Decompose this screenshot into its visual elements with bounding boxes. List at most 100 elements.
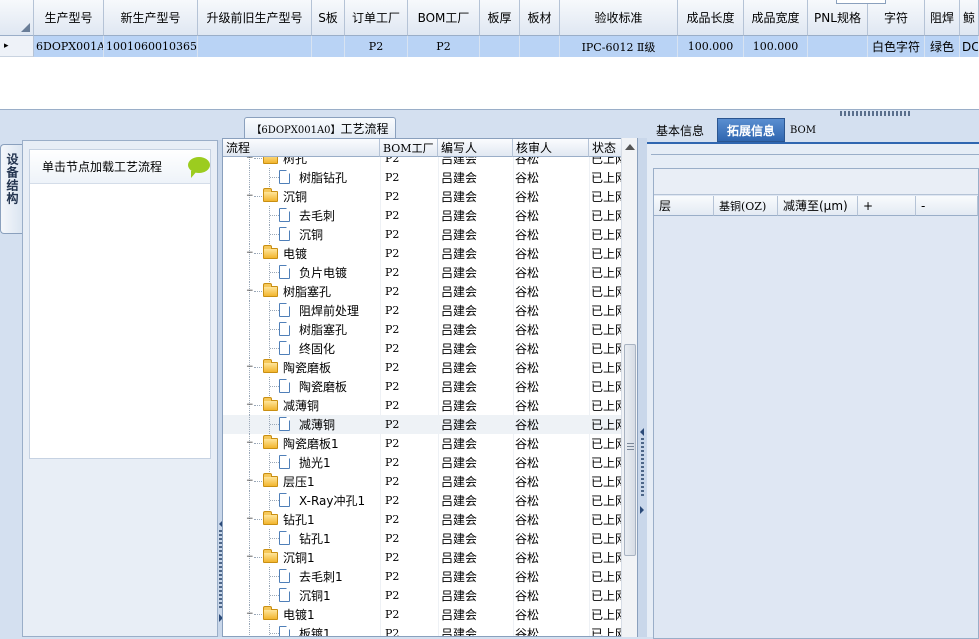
process-tree-rows[interactable]: −树孔P2吕建会谷松已上网树脂钻孔P2吕建会谷松已上网−沉铜P2吕建会谷松已上网… xyxy=(223,157,623,637)
collapse-node-icon[interactable]: − xyxy=(246,249,254,258)
collapse-right-icon[interactable] xyxy=(640,428,644,436)
column-header[interactable]: 字符 xyxy=(868,0,925,36)
collapse-node-icon[interactable]: − xyxy=(246,157,254,163)
tree-row[interactable]: 树脂钻孔 P2 吕建会 谷松 已上网 xyxy=(223,168,623,187)
layer-column-header[interactable]: 减薄至(μm) xyxy=(778,196,858,216)
expand-right-icon[interactable] xyxy=(640,506,644,514)
tab-info-1[interactable]: 拓展信息 xyxy=(717,118,785,142)
grid-cell[interactable]: 白色字符 xyxy=(868,36,925,57)
column-header[interactable]: 订单工厂 xyxy=(345,0,408,36)
tree-row[interactable]: − 电镀1 P2 吕建会 谷松 已上网 xyxy=(223,605,623,624)
tree-cell-bom: P2 xyxy=(385,627,400,637)
tree-row[interactable]: 阻焊前处理 P2 吕建会 谷松 已上网 xyxy=(223,301,623,320)
collapse-node-icon[interactable]: − xyxy=(246,610,254,619)
collapse-node-icon[interactable]: − xyxy=(246,401,254,410)
collapse-node-icon[interactable]: − xyxy=(246,515,254,524)
grid-cell[interactable] xyxy=(808,36,868,57)
process-tree-grid[interactable]: 流程BOM工厂编写人核审人状态 −树孔P2吕建会谷松已上网树脂钻孔P2吕建会谷松… xyxy=(222,138,638,637)
column-header[interactable]: 新生产型号 xyxy=(104,0,198,36)
grid-corner[interactable] xyxy=(0,0,34,36)
grid-cell[interactable]: 100.000 xyxy=(744,36,808,57)
model-grid[interactable]: 生产型号 新生产型号 升级前旧生产型号 S板 订单工厂 BOM工厂 板厚 板材 验收标准 成品长度… xyxy=(0,0,979,110)
column-header[interactable]: BOM工厂 xyxy=(408,0,480,36)
horizontal-splitter[interactable] xyxy=(0,110,979,118)
tree-row[interactable]: − 陶瓷磨板1 P2 吕建会 谷松 已上网 xyxy=(223,434,623,453)
column-header[interactable]: 板厚 xyxy=(480,0,520,36)
column-header[interactable]: 成品宽度 xyxy=(744,0,808,36)
tree-row[interactable]: 去毛刺1 P2 吕建会 谷松 已上网 xyxy=(223,567,623,586)
scroll-thumb[interactable] xyxy=(624,344,636,556)
tree-row[interactable]: 减薄铜 P2 吕建会 谷松 已上网 xyxy=(223,415,623,434)
tree-row[interactable]: 沉铜1 P2 吕建会 谷松 已上网 xyxy=(223,586,623,605)
layer-column-header[interactable]: + xyxy=(858,196,916,216)
tree-row[interactable]: − 树脂塞孔 P2 吕建会 谷松 已上网 xyxy=(223,282,623,301)
tree-row[interactable]: 抛光1 P2 吕建会 谷松 已上网 xyxy=(223,453,623,472)
grid-cell[interactable]: IPC-6012 Ⅱ级 xyxy=(560,36,678,57)
grid-cell[interactable] xyxy=(480,36,520,57)
column-header[interactable]: 成品长度 xyxy=(678,0,744,36)
tree-row[interactable]: 沉铜 P2 吕建会 谷松 已上网 xyxy=(223,225,623,244)
grid-cell[interactable]: P2 xyxy=(345,36,408,57)
tree-row[interactable]: − 沉铜1 P2 吕建会 谷松 已上网 xyxy=(223,548,623,567)
tab-info-0[interactable]: 基本信息 xyxy=(647,118,713,142)
device-tree-area[interactable]: 单击节点加载工艺流程 xyxy=(29,149,211,459)
column-header[interactable]: PNL规格 xyxy=(808,0,868,36)
layer-column-header[interactable]: 基铜(OZ) xyxy=(714,196,778,216)
layer-column-header[interactable]: 层 xyxy=(654,196,714,216)
tree-row[interactable]: X-Ray冲孔1 P2 吕建会 谷松 已上网 xyxy=(223,491,623,510)
tree-scrollbar[interactable] xyxy=(621,138,637,637)
tab-device-structure[interactable]: 设备结构 xyxy=(0,144,22,234)
grid-cell[interactable]: DC xyxy=(960,36,979,57)
tree-line xyxy=(249,301,250,320)
tree-row[interactable]: 陶瓷磨板 P2 吕建会 谷松 已上网 xyxy=(223,377,623,396)
layer-grid[interactable]: 层基铜(OZ) 减薄至(μm) + - xyxy=(653,168,979,639)
tab-info-2[interactable]: BOM xyxy=(787,118,819,142)
collapse-node-icon[interactable]: − xyxy=(246,553,254,562)
tree-row[interactable]: − 树孔 P2 吕建会 谷松 已上网 xyxy=(223,157,623,168)
tab-process-flow[interactable]: 【6DOPX001A0】 工艺流程 xyxy=(244,117,396,138)
tree-row[interactable]: 树脂塞孔 P2 吕建会 谷松 已上网 xyxy=(223,320,623,339)
column-header[interactable]: 阻焊 xyxy=(925,0,960,36)
layer-column-header[interactable]: - xyxy=(916,196,978,216)
column-header[interactable]: 升级前旧生产型号 xyxy=(198,0,312,36)
tree-column-header[interactable]: 核审人 xyxy=(513,139,589,157)
grid-cell[interactable]: 10010600103658 xyxy=(104,36,198,57)
column-header[interactable]: 板材 xyxy=(520,0,560,36)
tree-line xyxy=(249,168,250,187)
grid-cell[interactable]: 6DOPX001A0 xyxy=(34,36,104,57)
scroll-up-icon[interactable] xyxy=(625,144,635,150)
tree-row[interactable]: − 电镀 P2 吕建会 谷松 已上网 xyxy=(223,244,623,263)
tree-row[interactable]: − 层压1 P2 吕建会 谷松 已上网 xyxy=(223,472,623,491)
tree-row[interactable]: 去毛刺 P2 吕建会 谷松 已上网 xyxy=(223,206,623,225)
grid-cell[interactable] xyxy=(520,36,560,57)
collapse-node-icon[interactable]: − xyxy=(246,439,254,448)
tree-column-header[interactable]: BOM工厂 xyxy=(380,139,438,157)
grid-cell[interactable]: 绿色 xyxy=(925,36,960,57)
tree-column-header[interactable]: 流程 xyxy=(223,139,380,157)
tree-cell-status: 已上网 xyxy=(591,570,623,584)
tree-row[interactable]: − 陶瓷磨板 P2 吕建会 谷松 已上网 xyxy=(223,358,623,377)
grid-cell[interactable] xyxy=(198,36,312,57)
collapse-node-icon[interactable]: − xyxy=(246,192,254,201)
row-selector[interactable]: ▸ xyxy=(0,36,34,57)
tree-cell-status: 已上网 xyxy=(591,285,623,299)
collapse-node-icon[interactable]: − xyxy=(246,363,254,372)
tree-column-header[interactable]: 编写人 xyxy=(438,139,513,157)
column-header[interactable]: 验收标准 xyxy=(560,0,678,36)
grid-cell[interactable]: P2 xyxy=(408,36,480,57)
tree-row[interactable]: 板镀1 P2 吕建会 谷松 已上网 xyxy=(223,624,623,637)
grid-cell[interactable] xyxy=(312,36,345,57)
column-header[interactable]: 鲸 xyxy=(960,0,979,36)
collapse-node-icon[interactable]: − xyxy=(246,477,254,486)
collapse-node-icon[interactable]: − xyxy=(246,287,254,296)
right-splitter[interactable] xyxy=(638,138,647,637)
grid-cell[interactable]: 100.000 xyxy=(678,36,744,57)
tree-row[interactable]: 钻孔1 P2 吕建会 谷松 已上网 xyxy=(223,529,623,548)
column-header[interactable]: 生产型号 xyxy=(34,0,104,36)
tree-row[interactable]: − 钻孔1 P2 吕建会 谷松 已上网 xyxy=(223,510,623,529)
column-header[interactable]: S板 xyxy=(312,0,345,36)
tree-row[interactable]: 负片电镀 P2 吕建会 谷松 已上网 xyxy=(223,263,623,282)
tree-row[interactable]: − 减薄铜 P2 吕建会 谷松 已上网 xyxy=(223,396,623,415)
tree-row[interactable]: 终固化 P2 吕建会 谷松 已上网 xyxy=(223,339,623,358)
tree-row[interactable]: − 沉铜 P2 吕建会 谷松 已上网 xyxy=(223,187,623,206)
